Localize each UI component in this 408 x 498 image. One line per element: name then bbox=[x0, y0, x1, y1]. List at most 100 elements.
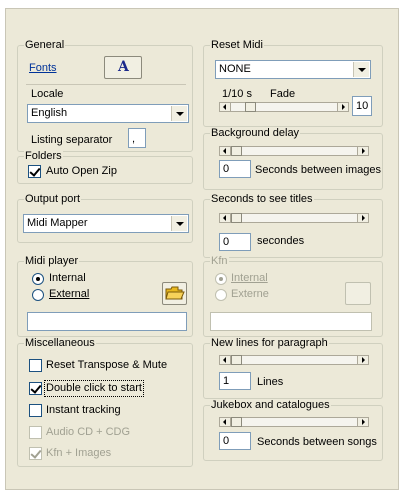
instant-tracking-checkbox[interactable] bbox=[29, 404, 42, 417]
internal-radio[interactable] bbox=[32, 273, 44, 285]
new-lines-unit: Lines bbox=[257, 376, 284, 388]
internal-label: Internal bbox=[49, 272, 86, 284]
slider-right-arrow-icon[interactable] bbox=[357, 355, 369, 365]
slider-right-arrow-icon[interactable] bbox=[357, 213, 369, 223]
fonts-label: Fonts bbox=[29, 62, 57, 74]
slider-thumb[interactable] bbox=[231, 213, 242, 223]
new-lines-input[interactable]: 1 bbox=[219, 372, 251, 390]
slider-left-arrow-icon[interactable] bbox=[219, 146, 231, 156]
kfn-title: Kfn bbox=[210, 255, 229, 268]
slider-left-arrow-icon[interactable] bbox=[219, 417, 231, 427]
slider-thumb[interactable] bbox=[231, 355, 242, 365]
kfn-images-label: Kfn + Images bbox=[46, 447, 112, 459]
midi-player-path-input[interactable] bbox=[27, 312, 187, 331]
audio-cd-checkbox bbox=[29, 426, 42, 439]
fade-value-input[interactable]: 10 bbox=[352, 96, 372, 116]
jukebox-unit: Seconds between songs bbox=[257, 436, 377, 448]
kfn-path-input bbox=[210, 312, 372, 331]
seconds-titles-slider[interactable] bbox=[219, 213, 369, 223]
browse-folder-button[interactable] bbox=[162, 282, 187, 305]
background-delay-unit: Seconds between images bbox=[255, 164, 381, 176]
folders-title: Folders bbox=[24, 150, 63, 163]
seconds-titles-title: Seconds to see titles bbox=[210, 193, 314, 206]
background-delay-group: Background delay 0 Seconds between image… bbox=[203, 127, 383, 190]
jukebox-group: Jukebox and catalogues 0 Seconds between… bbox=[203, 399, 383, 461]
general-title: General bbox=[24, 39, 66, 52]
jukebox-input[interactable]: 0 bbox=[219, 432, 251, 450]
locale-value: English bbox=[31, 107, 68, 119]
kfn-images-checkbox bbox=[29, 447, 42, 460]
slider-left-arrow-icon[interactable] bbox=[219, 213, 231, 223]
reset-midi-group: Reset Midi NONE 1/10 s Fade 10 bbox=[203, 39, 383, 127]
output-port-group: Output port Midi Mapper bbox=[17, 193, 193, 243]
listing-separator-label: Listing separator bbox=[31, 134, 113, 146]
checkmark-icon bbox=[30, 382, 42, 394]
reset-midi-value: NONE bbox=[219, 63, 251, 75]
seconds-titles-group: Seconds to see titles 0 secondes bbox=[203, 193, 383, 258]
jukebox-slider[interactable] bbox=[219, 417, 369, 427]
slider-right-arrow-icon[interactable] bbox=[357, 417, 369, 427]
general-divider bbox=[26, 84, 186, 85]
seconds-titles-input[interactable]: 0 bbox=[219, 233, 251, 251]
locale-label: Locale bbox=[31, 88, 64, 100]
folders-group: Folders Auto Open Zip bbox=[17, 150, 193, 184]
reset-transpose-label: Reset Transpose & Mute bbox=[46, 359, 168, 371]
reset-transpose-checkbox[interactable] bbox=[29, 359, 42, 372]
kfn-external-label: Externe bbox=[231, 288, 269, 300]
radio-dot-icon bbox=[219, 277, 223, 281]
new-lines-slider[interactable] bbox=[219, 355, 369, 365]
midi-player-group: Midi player Internal External bbox=[17, 255, 193, 337]
general-group: General Fonts A Locale English Listing s… bbox=[17, 39, 193, 152]
misc-title: Miscellaneous bbox=[24, 337, 96, 350]
folder-open-icon bbox=[165, 286, 185, 300]
slider-thumb[interactable] bbox=[231, 417, 242, 427]
reset-midi-title: Reset Midi bbox=[210, 39, 264, 52]
radio-dot-icon bbox=[36, 277, 40, 281]
locale-select[interactable]: English bbox=[27, 104, 189, 123]
font-a-icon: A bbox=[118, 59, 129, 75]
midi-player-title: Midi player bbox=[24, 255, 80, 268]
kfn-browse-button bbox=[345, 282, 371, 305]
kfn-external-radio bbox=[215, 289, 227, 301]
fade-slider[interactable] bbox=[219, 102, 349, 112]
fonts-button[interactable]: A bbox=[104, 56, 142, 79]
external-label: External bbox=[49, 288, 90, 300]
new-lines-group: New lines for paragraph 1 Lines bbox=[203, 337, 383, 399]
kfn-internal-label: Internal bbox=[231, 272, 268, 284]
audio-cd-label: Audio CD + CDG bbox=[46, 426, 131, 438]
jukebox-title: Jukebox and catalogues bbox=[210, 399, 331, 412]
settings-panel: General Fonts A Locale English Listing s… bbox=[5, 8, 399, 490]
reset-midi-select[interactable]: NONE bbox=[215, 60, 371, 79]
chevron-down-icon[interactable] bbox=[171, 216, 187, 231]
background-delay-input[interactable]: 0 bbox=[219, 160, 251, 178]
rate-label: 1/10 s bbox=[222, 88, 252, 100]
slider-thumb[interactable] bbox=[231, 146, 242, 156]
listing-separator-input[interactable]: , bbox=[128, 128, 146, 148]
external-radio[interactable] bbox=[32, 289, 44, 301]
output-port-value: Midi Mapper bbox=[27, 217, 88, 229]
kfn-internal-radio bbox=[215, 273, 227, 285]
output-port-title: Output port bbox=[24, 193, 82, 206]
double-click-label: Double click to start bbox=[44, 380, 144, 397]
checkmark-icon bbox=[29, 165, 41, 177]
chevron-down-icon[interactable] bbox=[171, 106, 187, 121]
instant-tracking-label: Instant tracking bbox=[46, 404, 121, 416]
auto-open-zip-label: Auto Open Zip bbox=[46, 165, 117, 177]
double-click-checkbox[interactable] bbox=[29, 382, 42, 395]
slider-left-arrow-icon[interactable] bbox=[219, 355, 231, 365]
background-delay-title: Background delay bbox=[210, 127, 301, 140]
slider-right-arrow-icon[interactable] bbox=[357, 146, 369, 156]
chevron-down-icon[interactable] bbox=[353, 62, 369, 77]
output-port-select[interactable]: Midi Mapper bbox=[23, 214, 189, 233]
misc-group: Miscellaneous Reset Transpose & Mute Dou… bbox=[17, 337, 193, 467]
seconds-titles-unit: secondes bbox=[257, 235, 305, 247]
slider-right-arrow-icon[interactable] bbox=[337, 102, 349, 112]
new-lines-title: New lines for paragraph bbox=[210, 337, 329, 350]
fade-label: Fade bbox=[270, 88, 296, 100]
background-delay-slider[interactable] bbox=[219, 146, 369, 156]
slider-left-arrow-icon[interactable] bbox=[219, 102, 231, 112]
checkmark-icon bbox=[30, 447, 42, 459]
kfn-group: Kfn Internal Externe bbox=[203, 255, 383, 337]
auto-open-zip-checkbox[interactable] bbox=[28, 165, 41, 178]
slider-thumb[interactable] bbox=[245, 102, 256, 112]
